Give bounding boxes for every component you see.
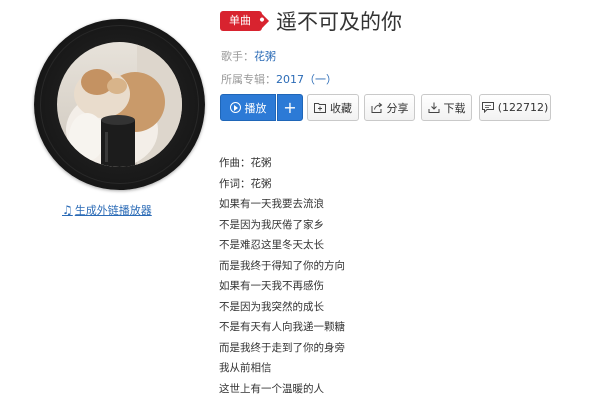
comment-icon [481, 102, 494, 113]
external-player-link[interactable]: ♫ 生成外链播放器 [62, 202, 152, 218]
comment-button[interactable]: (122712) [479, 94, 551, 121]
share-button[interactable]: 分享 [364, 94, 415, 121]
favorite-label: 收藏 [330, 101, 352, 115]
lyric-line: 不是难忍这里冬天太长 [219, 239, 324, 251]
cat-photo [57, 42, 182, 167]
lyric-line: 不是因为我突然的成长 [219, 300, 324, 313]
play-button[interactable]: 播放 [220, 94, 276, 121]
album-disc [34, 19, 205, 190]
single-badge: 单曲 [220, 11, 270, 31]
lyric-line: 不是有天有人向我递一颗糖 [219, 321, 345, 333]
lyric-line: 如果有一天我要去流浪 [219, 198, 324, 210]
play-label: 播放 [244, 101, 267, 115]
play-icon [229, 102, 241, 113]
download-icon [428, 102, 439, 113]
folder-plus-icon [314, 103, 326, 113]
lyrics-block: 作曲：花粥 作词：花粥 如果有一天我要去流浪 不是因为我厌倦了家乡 不是难忍这里… [219, 153, 345, 399]
share-label: 分享 [386, 101, 409, 115]
comment-count: (122712) [497, 101, 549, 114]
lyric-line: 我从前相信 [219, 362, 272, 374]
share-icon [371, 102, 382, 113]
lyric-line: 而是我终于走到了你的身旁 [219, 341, 345, 354]
music-note-icon: ♫ [62, 203, 73, 217]
artist-row: 歌手：花粥 [221, 48, 276, 64]
download-button[interactable]: 下载 [421, 94, 472, 121]
badge-tip [254, 13, 270, 29]
lyric-line: 不是因为我厌倦了家乡 [219, 218, 324, 231]
album-cover-image[interactable] [57, 42, 182, 167]
lyric-line: 如果有一天我不再感伤 [219, 280, 324, 292]
favorite-button[interactable]: 收藏 [307, 94, 359, 121]
lyric-line: 作词：花粥 [219, 177, 272, 190]
artist-link[interactable]: 花粥 [254, 50, 276, 63]
album-label: 所属专辑： [221, 73, 276, 86]
album-row: 所属专辑：2017（一） [221, 71, 337, 87]
badge-label: 单曲 [229, 14, 251, 27]
lyric-line: 而是我终于得知了你的方向 [219, 259, 345, 272]
add-to-playlist-button[interactable]: + [277, 94, 303, 121]
song-title: 遥不可及的你 [276, 10, 402, 34]
download-label: 下载 [443, 101, 466, 115]
external-player-label: 生成外链播放器 [74, 204, 152, 217]
artist-label: 歌手： [221, 50, 254, 63]
lyric-line: 作曲：花粥 [219, 157, 272, 169]
lyric-line: 这世上有一个温暖的人 [219, 382, 324, 395]
album-link[interactable]: 2017（一） [276, 73, 337, 86]
